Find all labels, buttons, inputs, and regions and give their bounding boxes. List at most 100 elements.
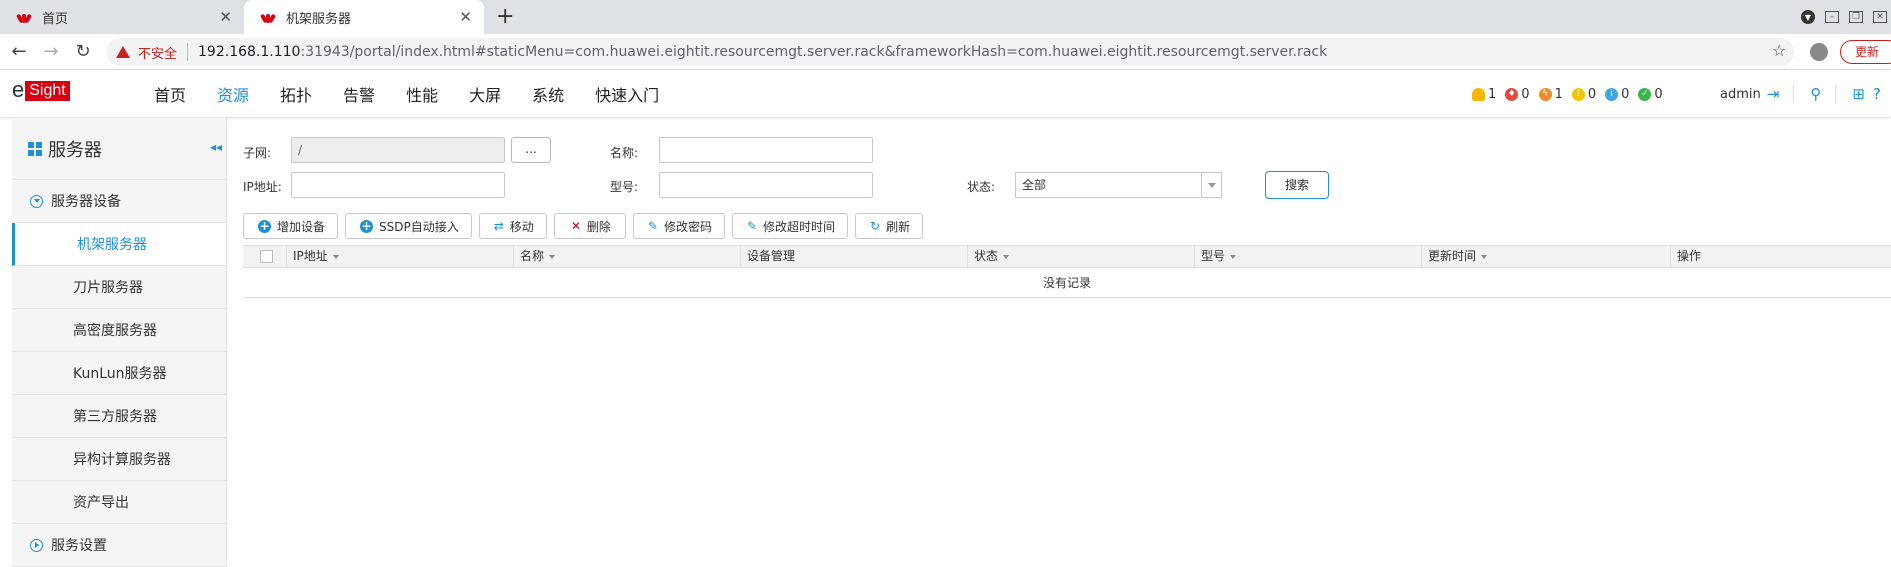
alarm-count: 0	[1621, 86, 1630, 102]
button-label: 增加设备	[277, 219, 326, 234]
delete-icon: ✕	[570, 219, 581, 233]
menu-system[interactable]: 系统	[532, 82, 564, 106]
username[interactable]: admin	[1720, 87, 1761, 102]
url-path: :31943/portal/index.html#staticMenu=com.…	[300, 44, 1328, 60]
alarm-critical[interactable]: ♦ 0	[1505, 87, 1530, 102]
back-icon[interactable]: ←	[8, 41, 30, 63]
select-all-checkbox[interactable]	[260, 250, 273, 263]
user-area: admin ⇥ ⚲ ⊞ ?	[1720, 70, 1881, 118]
browser-tab-home[interactable]: 首页 ✕	[0, 0, 244, 34]
app-header: e Sight 首页 资源 拓扑 告警 性能 大屏 系统 快速入门 1 ♦ 0 ϟ…	[0, 70, 1891, 118]
browser-tab-rack-server[interactable]: 机架服务器 ✕	[244, 0, 484, 34]
sidebar-item-rack-server[interactable]: 机架服务器	[12, 223, 226, 266]
minimize-icon[interactable]: –	[1825, 11, 1839, 23]
sidebar-item-high-density-server[interactable]: 高密度服务器	[12, 309, 226, 352]
alarm-count: 1	[1488, 86, 1497, 102]
reload-icon[interactable]: ↻	[72, 41, 94, 63]
new-tab-icon[interactable]: +	[496, 5, 514, 29]
sitemap-icon[interactable]: ⊞	[1852, 85, 1865, 103]
delete-button[interactable]: ✕ 删除	[553, 213, 626, 239]
close-window-icon[interactable]: ✕	[1873, 11, 1887, 23]
search-icon[interactable]: ⚲	[1810, 85, 1821, 103]
status-select[interactable]: 全部	[1015, 172, 1222, 198]
sidebar-item-heterogeneous-server[interactable]: 异构计算服务器	[12, 438, 226, 481]
column-name[interactable]: 名称	[514, 246, 741, 267]
column-model[interactable]: 型号	[1195, 246, 1422, 267]
column-status[interactable]: 状态	[968, 246, 1195, 267]
close-tab-icon[interactable]: ✕	[219, 8, 232, 26]
grid-icon	[28, 141, 42, 156]
name-label: 名称:	[610, 146, 639, 160]
profile-avatar-icon[interactable]	[1810, 43, 1828, 61]
alarm-cleared[interactable]: ✓ 0	[1638, 86, 1663, 102]
divider	[1793, 85, 1795, 103]
ssdp-auto-access-button[interactable]: + SSDP自动接入	[345, 213, 472, 239]
select-all-cell	[243, 246, 287, 267]
menu-home[interactable]: 首页	[154, 82, 186, 106]
alarm-minor[interactable]: ! 0	[1571, 86, 1597, 102]
menu-performance[interactable]: 性能	[406, 82, 438, 106]
major-alarm-icon: ϟ	[1538, 87, 1552, 101]
main-menu: 首页 资源 拓扑 告警 性能 大屏 系统 快速入门	[154, 70, 690, 118]
model-label: 型号:	[610, 180, 639, 194]
sidebar-item-blade-server[interactable]: 刀片服务器	[12, 266, 226, 309]
move-button[interactable]: ⇄ 移动	[478, 213, 547, 239]
update-button[interactable]: 更新	[1840, 40, 1891, 64]
menu-big-screen[interactable]: 大屏	[469, 82, 501, 106]
status-label: 状态:	[967, 180, 996, 194]
change-timeout-button[interactable]: ✎ 修改超时时间	[731, 213, 849, 239]
bookmark-star-icon[interactable]: ☆	[1772, 41, 1786, 60]
tab-search-icon[interactable]: ▼	[1801, 10, 1815, 24]
sidebar-group-service-settings[interactable]: 服务设置	[12, 524, 226, 567]
add-icon: +	[258, 218, 271, 233]
alarm-count: 1	[1554, 86, 1563, 102]
sort-icon	[549, 254, 556, 259]
sidebar-title-text: 服务器	[48, 139, 102, 161]
device-table: IP地址 名称 设备管理 状态 型号 更新时间 操作 没有记录	[243, 245, 1891, 298]
security-label: 不安全	[138, 46, 178, 62]
sidebar-item-kunlun-server[interactable]: KunLun服务器	[12, 352, 226, 395]
restore-icon[interactable]: ❐	[1849, 11, 1863, 23]
collapsed-chevron-icon	[30, 538, 43, 552]
logo-e: e	[12, 77, 25, 102]
select-subnet-button[interactable]: ...	[511, 137, 551, 163]
help-icon[interactable]: ?	[1873, 85, 1881, 103]
forward-icon[interactable]: →	[40, 41, 62, 63]
logout-icon[interactable]: ⇥	[1767, 85, 1780, 103]
logo-sight: Sight	[25, 81, 70, 101]
name-input[interactable]	[659, 137, 873, 163]
address-bar[interactable]: 不安全 192.168.1.110:31943/portal/index.htm…	[106, 38, 1794, 66]
column-ip[interactable]: IP地址	[287, 246, 514, 267]
add-device-button[interactable]: + 增加设备	[243, 213, 339, 239]
refresh-icon: ↻	[870, 219, 881, 233]
browser-tab-title: 机架服务器	[286, 11, 352, 27]
sidebar-group-server-devices[interactable]: 服务器设备	[12, 180, 226, 223]
alarm-major[interactable]: ϟ 1	[1538, 86, 1563, 102]
action-toolbar: + 增加设备 + SSDP自动接入 ⇄ 移动 ✕ 删除 ✎ 修改密码 ✎ 修改超…	[243, 213, 930, 239]
alarm-bell[interactable]: 1	[1472, 87, 1496, 102]
column-label: 设备管理	[747, 249, 796, 263]
cleared-alarm-icon: ✓	[1638, 87, 1652, 101]
minor-alarm-icon: !	[1571, 87, 1585, 101]
column-label: 型号	[1201, 249, 1226, 263]
alarm-count: 0	[1587, 86, 1597, 102]
menu-quick-start[interactable]: 快速入门	[595, 82, 659, 106]
change-password-button[interactable]: ✎ 修改密码	[632, 213, 725, 239]
column-update-time[interactable]: 更新时间	[1422, 246, 1671, 267]
search-button[interactable]: 搜索	[1265, 171, 1329, 199]
menu-alarms[interactable]: 告警	[343, 82, 375, 106]
close-tab-icon[interactable]: ✕	[459, 8, 472, 26]
refresh-button[interactable]: ↻ 刷新	[855, 213, 924, 239]
model-input[interactable]	[659, 172, 873, 198]
sidebar-item-third-party-server[interactable]: 第三方服务器	[12, 395, 226, 438]
sort-icon	[1230, 254, 1237, 259]
alarm-warning[interactable]: i 0	[1605, 87, 1629, 102]
menu-topology[interactable]: 拓扑	[280, 82, 312, 106]
menu-resources[interactable]: 资源	[217, 82, 249, 106]
collapse-sidebar-icon[interactable]: ◂◂	[210, 140, 222, 154]
ip-input[interactable]	[291, 172, 505, 198]
sidebar-item-asset-export[interactable]: 资产导出	[12, 481, 226, 524]
alarm-count: 0	[1654, 86, 1663, 102]
sort-icon	[1003, 254, 1010, 259]
column-actions: 操作	[1671, 246, 1891, 267]
